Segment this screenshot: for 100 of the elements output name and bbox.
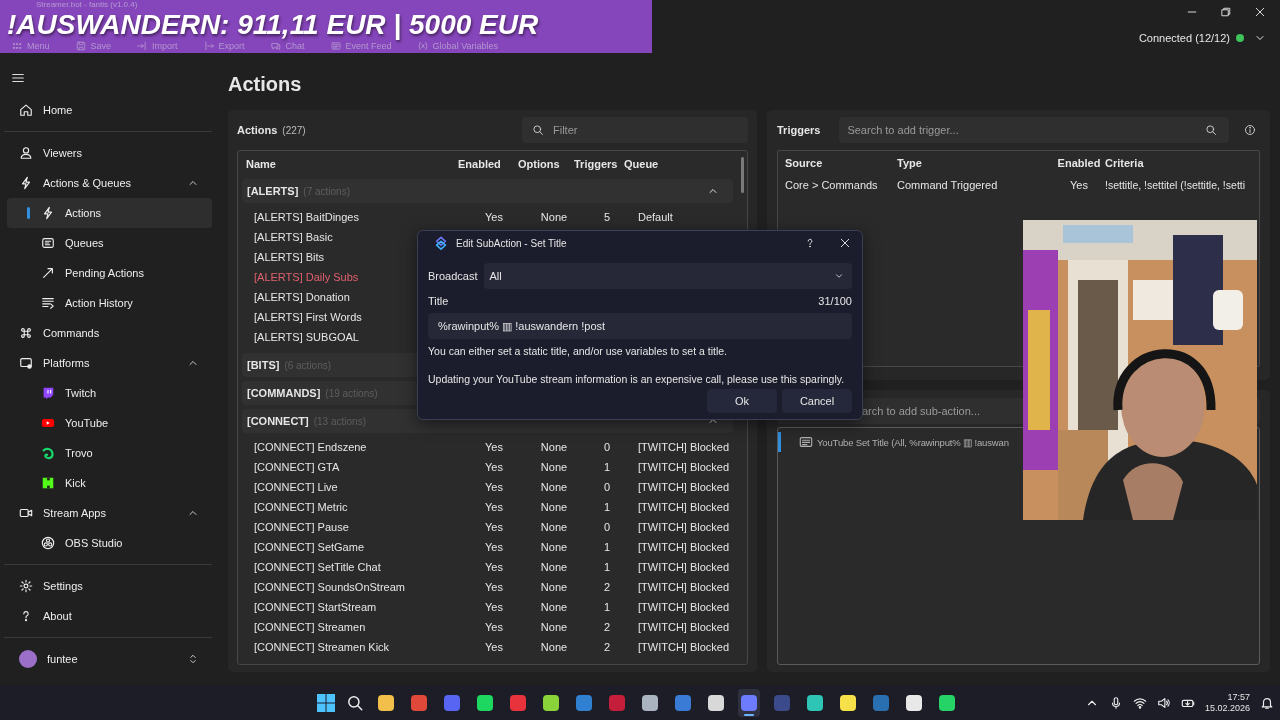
list-icon <box>41 236 55 250</box>
curl-icon <box>41 446 55 460</box>
table-cell-text: Core > Commands <box>785 179 879 191</box>
sidebar-item[interactable]: Commands <box>7 318 212 348</box>
sidebar-item[interactable]: Twitch <box>7 378 212 408</box>
action-name[interactable]: [CONNECT] Streamen <box>254 621 466 633</box>
ok-button[interactable]: Ok <box>707 389 777 413</box>
action-name[interactable]: [CONNECT] Pause <box>254 521 466 533</box>
bell-icon[interactable] <box>1260 695 1274 710</box>
sidebar-item[interactable]: Pending Actions <box>7 258 212 288</box>
trigger-search-field[interactable]: Search to add trigger... <box>839 117 1229 143</box>
panel-title: Triggers <box>777 124 821 136</box>
close-icon[interactable] <box>1254 6 1266 18</box>
play-icon <box>41 416 55 430</box>
table-cell-text: 1 <box>602 601 612 613</box>
info-icon[interactable] <box>1244 124 1256 136</box>
action-name[interactable]: [CONNECT] SetGame <box>254 541 466 553</box>
table-cell-text: Yes <box>484 461 504 473</box>
broadcast-dropdown[interactable]: All <box>483 263 852 289</box>
search-icon[interactable] <box>346 693 364 712</box>
filter-field[interactable]: Filter <box>522 117 748 143</box>
character-counter: 31/100 <box>818 295 852 307</box>
table-cell-text: [TWITCH] Blocked <box>637 541 731 553</box>
feed-icon <box>799 435 813 449</box>
table-cell-text: 0 <box>602 481 612 493</box>
chevron-icon <box>834 271 844 281</box>
action-name[interactable]: [CONNECT] GTA <box>254 461 466 473</box>
field-label: Title <box>428 295 449 307</box>
table-cell-text: 2 <box>602 621 612 633</box>
field-label: Broadcast <box>428 270 478 282</box>
start-icon[interactable] <box>317 693 335 712</box>
home-icon <box>19 103 33 117</box>
title-field[interactable]: %rawinput% ▥ !auswandern !post <box>428 313 852 339</box>
table-cell-text: 1 <box>602 561 612 573</box>
avatar <box>19 650 37 668</box>
close-icon[interactable] <box>839 237 851 249</box>
speaker-icon[interactable] <box>1156 695 1171 710</box>
table-cell-text: [TWITCH] Blocked <box>637 601 731 613</box>
action-name[interactable]: [CONNECT] SoundsOnStream <box>254 581 466 593</box>
table-cell-text: None <box>539 541 569 553</box>
sidebar-item[interactable]: OBS Studio <box>7 528 212 558</box>
arrow-icon <box>41 266 55 280</box>
table-cell-text: Command Triggered <box>897 179 999 191</box>
sidebar-item[interactable]: Viewers <box>7 138 212 168</box>
wifi-icon[interactable] <box>1132 695 1147 710</box>
column-header: Enabled <box>458 158 502 170</box>
table-cell-text: !settitle, !settitel (!settitle, !setti <box>1105 179 1247 191</box>
table-cell-text: Yes <box>484 501 504 513</box>
table-cell-text: Yes <box>484 621 504 633</box>
table-cell-text: None <box>539 441 569 453</box>
action-name[interactable]: [CONNECT] StartStream <box>254 601 466 613</box>
sidebar-item[interactable]: Actions <box>7 198 212 228</box>
feed-icon <box>330 41 341 51</box>
scrollbar[interactable] <box>741 157 744 193</box>
table-cell-text: Yes <box>1069 179 1089 191</box>
action-name[interactable]: [CONNECT] Streamen Kick <box>254 641 466 653</box>
action-name[interactable]: [CONNECT] SetTitle Chat <box>254 561 466 573</box>
table-cell-text: None <box>539 521 569 533</box>
sidebar-item[interactable]: YouTube <box>7 408 212 438</box>
action-name[interactable]: [CONNECT] Endszene <box>254 441 466 453</box>
cancel-button[interactable]: Cancel <box>782 389 852 413</box>
expand-icon[interactable] <box>187 653 199 665</box>
action-name[interactable]: [CONNECT] Metric <box>254 501 466 513</box>
sidebar-item[interactable]: Queues <box>7 228 212 258</box>
history-icon <box>41 296 55 310</box>
sidebar-item[interactable]: About <box>7 601 212 631</box>
table-cell-text: None <box>539 461 569 473</box>
connection-status: Connected (12/12) <box>1138 32 1230 44</box>
person-icon <box>19 146 33 160</box>
restore-icon[interactable] <box>1220 6 1232 18</box>
table-cell-text: Default <box>637 211 674 223</box>
menu-icon[interactable] <box>11 71 25 85</box>
column-header: Triggers <box>574 158 619 170</box>
sidebar-item[interactable]: Stream Apps <box>7 498 212 528</box>
action-name[interactable]: [CONNECT] Live <box>254 481 466 493</box>
search-icon <box>532 124 544 136</box>
logo-icon <box>434 236 448 250</box>
sidebar-item[interactable]: Settings <box>7 571 212 601</box>
clock-date[interactable]: 15.02.2026 <box>1204 702 1250 714</box>
sidebar-item[interactable]: Actions & Queues <box>7 168 212 198</box>
table-cell-text: [TWITCH] Blocked <box>637 521 731 533</box>
table-cell-text: 5 <box>602 211 612 223</box>
bolt-icon <box>19 176 33 190</box>
clock-time[interactable]: 17:57 <box>1227 691 1250 703</box>
column-header: Enabled <box>1056 157 1102 169</box>
action-name[interactable]: [ALERTS] BaitDinges <box>254 211 466 223</box>
sidebar-item[interactable]: Platforms <box>7 348 212 378</box>
panel-title: Actions <box>237 124 278 136</box>
sidebar-item[interactable]: Home <box>7 95 212 125</box>
table-cell-text: Yes <box>484 541 504 553</box>
table-cell-text: 1 <box>602 541 612 553</box>
sidebar-item[interactable]: Kick <box>7 468 212 498</box>
table-cell-text: None <box>539 561 569 573</box>
table-cell-text: Yes <box>484 601 504 613</box>
table-cell-text: Yes <box>484 211 504 223</box>
sidebar-item[interactable]: Action History <box>7 288 212 318</box>
sidebar-item[interactable]: Trovo <box>7 438 212 468</box>
taskbar-button[interactable] <box>738 688 760 717</box>
table-cell-text: None <box>539 641 569 653</box>
user-name: funtee <box>47 653 79 665</box>
